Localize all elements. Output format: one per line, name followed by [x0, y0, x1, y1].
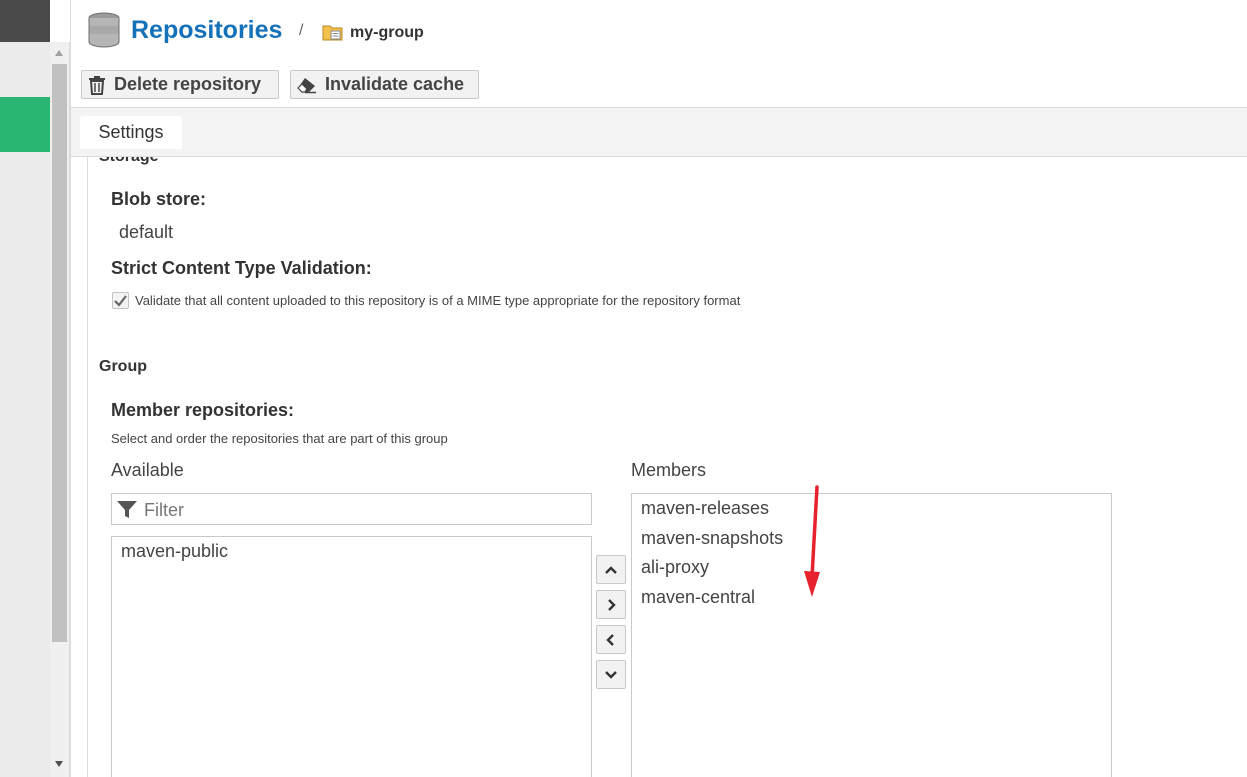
- scroll-up-arrow-icon[interactable]: [55, 50, 63, 56]
- chevron-left-icon: [606, 633, 614, 646]
- list-item[interactable]: ali-proxy: [632, 553, 1111, 583]
- move-up-button[interactable]: [596, 555, 626, 584]
- strict-validation-label: Strict Content Type Validation:: [111, 258, 372, 278]
- member-repositories-help: Select and order the repositories that a…: [111, 431, 448, 446]
- settings-form: Storage Blob store: default Strict Conte…: [87, 157, 1247, 777]
- available-list[interactable]: maven-public: [111, 536, 592, 777]
- trash-icon: [89, 75, 105, 95]
- filter-placeholder: Filter: [144, 500, 184, 520]
- page-title[interactable]: Repositories: [131, 16, 282, 45]
- annotation-arrow-icon: [804, 485, 820, 597]
- tab-bar: Settings: [71, 107, 1247, 157]
- blob-store-label: Blob store:: [111, 189, 207, 209]
- move-right-button[interactable]: [596, 590, 626, 619]
- tab-settings[interactable]: Settings: [80, 116, 182, 149]
- list-item[interactable]: maven-releases: [632, 494, 1111, 524]
- members-header: Members: [631, 460, 707, 480]
- breadcrumb-separator: /: [299, 22, 304, 39]
- blob-store-value: default: [119, 222, 174, 242]
- chevron-up-icon: [605, 565, 617, 574]
- sidebar-scrollbar[interactable]: [50, 42, 70, 777]
- members-list[interactable]: maven-releases maven-snapshots ali-proxy…: [631, 493, 1112, 777]
- page-header: Repositories / my-group Delete repositor…: [71, 0, 1247, 108]
- chevron-down-icon: [605, 670, 617, 679]
- list-item[interactable]: maven-public: [112, 537, 591, 567]
- sidebar-header: [0, 0, 50, 42]
- available-header: Available: [111, 460, 184, 480]
- strict-validation-description: Validate that all content uploaded to th…: [135, 293, 741, 308]
- invalidate-cache-label: Invalidate cache: [325, 74, 465, 94]
- folder-icon: [322, 22, 344, 47]
- move-left-button[interactable]: [596, 625, 626, 654]
- delete-repository-label: Delete repository: [114, 74, 262, 94]
- breadcrumb-current: my-group: [350, 24, 424, 41]
- delete-repository-button[interactable]: Delete repository: [81, 70, 279, 99]
- scrollbar-thumb[interactable]: [52, 64, 67, 642]
- filter-input[interactable]: Filter: [111, 493, 592, 525]
- database-icon: [87, 12, 121, 55]
- left-sidebar: [0, 0, 50, 777]
- sidebar-active-item[interactable]: [0, 97, 50, 152]
- list-item[interactable]: maven-snapshots: [632, 524, 1111, 554]
- group-section-title: Group: [99, 358, 147, 375]
- strict-validation-checkbox[interactable]: [112, 292, 129, 309]
- member-repositories-label: Member repositories:: [111, 400, 295, 420]
- storage-section-title: Storage: [99, 157, 159, 166]
- eraser-icon: [297, 77, 316, 93]
- invalidate-cache-button[interactable]: Invalidate cache: [290, 70, 479, 99]
- scroll-down-arrow-icon[interactable]: [55, 761, 63, 767]
- filter-icon: [117, 501, 137, 518]
- move-down-button[interactable]: [596, 660, 626, 689]
- list-item[interactable]: maven-central: [632, 583, 1111, 613]
- checkmark-icon: [114, 295, 127, 307]
- chevron-right-icon: [608, 598, 616, 611]
